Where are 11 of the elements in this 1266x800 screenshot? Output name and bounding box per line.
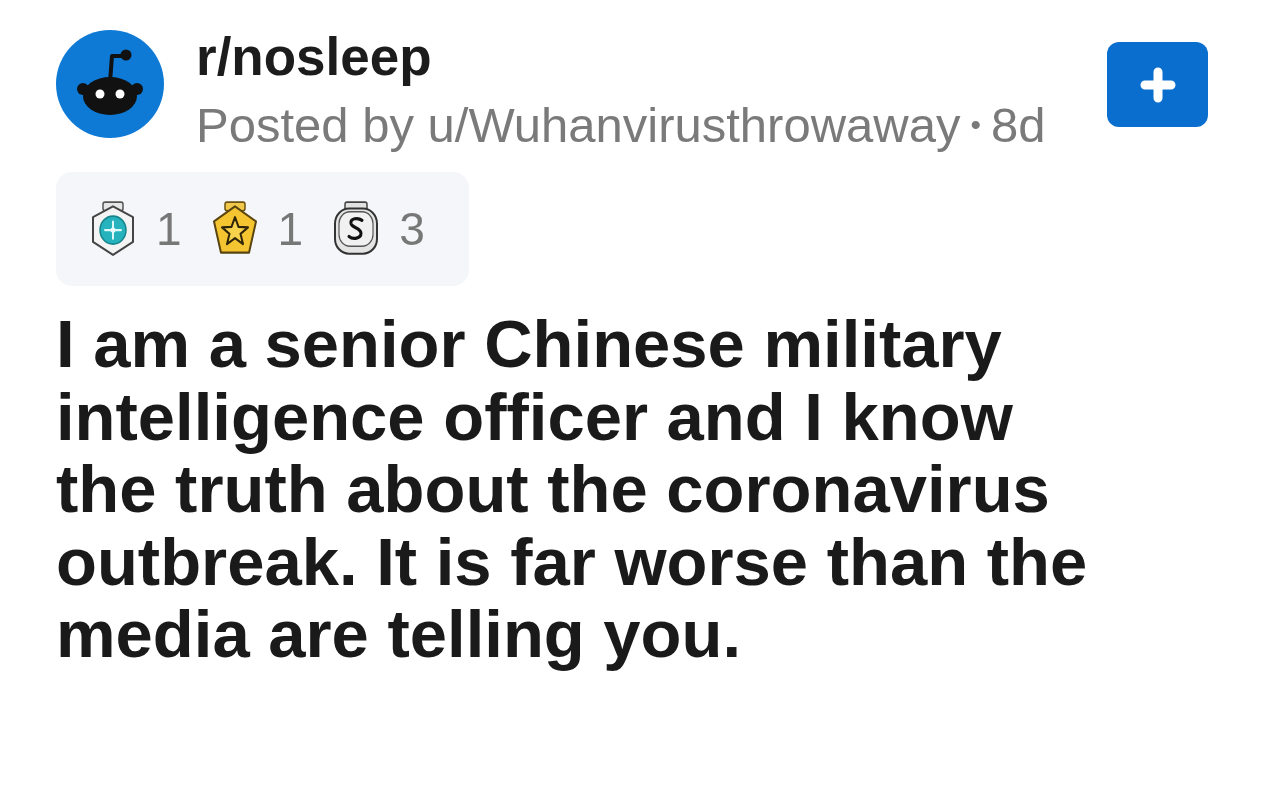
post-title: I am a senior Chinese military intelligence officer and I know the truth about the coronavirus outbreak. It is far worse than the media are telling you.	[56, 308, 1089, 671]
award-count: 1	[277, 203, 304, 255]
separator-dot: •	[970, 107, 981, 143]
post-age: 8d	[990, 98, 1046, 152]
award-count: 1	[156, 203, 182, 255]
award-count: 3	[399, 203, 425, 255]
post-byline: Posted by u/Wuhanvirusthrowaway	[196, 98, 961, 152]
community-avatar-icon	[56, 30, 164, 138]
community-name[interactable]: r/nosleep	[196, 28, 432, 86]
add-button[interactable]	[1107, 42, 1208, 127]
plus-icon	[1139, 66, 1176, 103]
